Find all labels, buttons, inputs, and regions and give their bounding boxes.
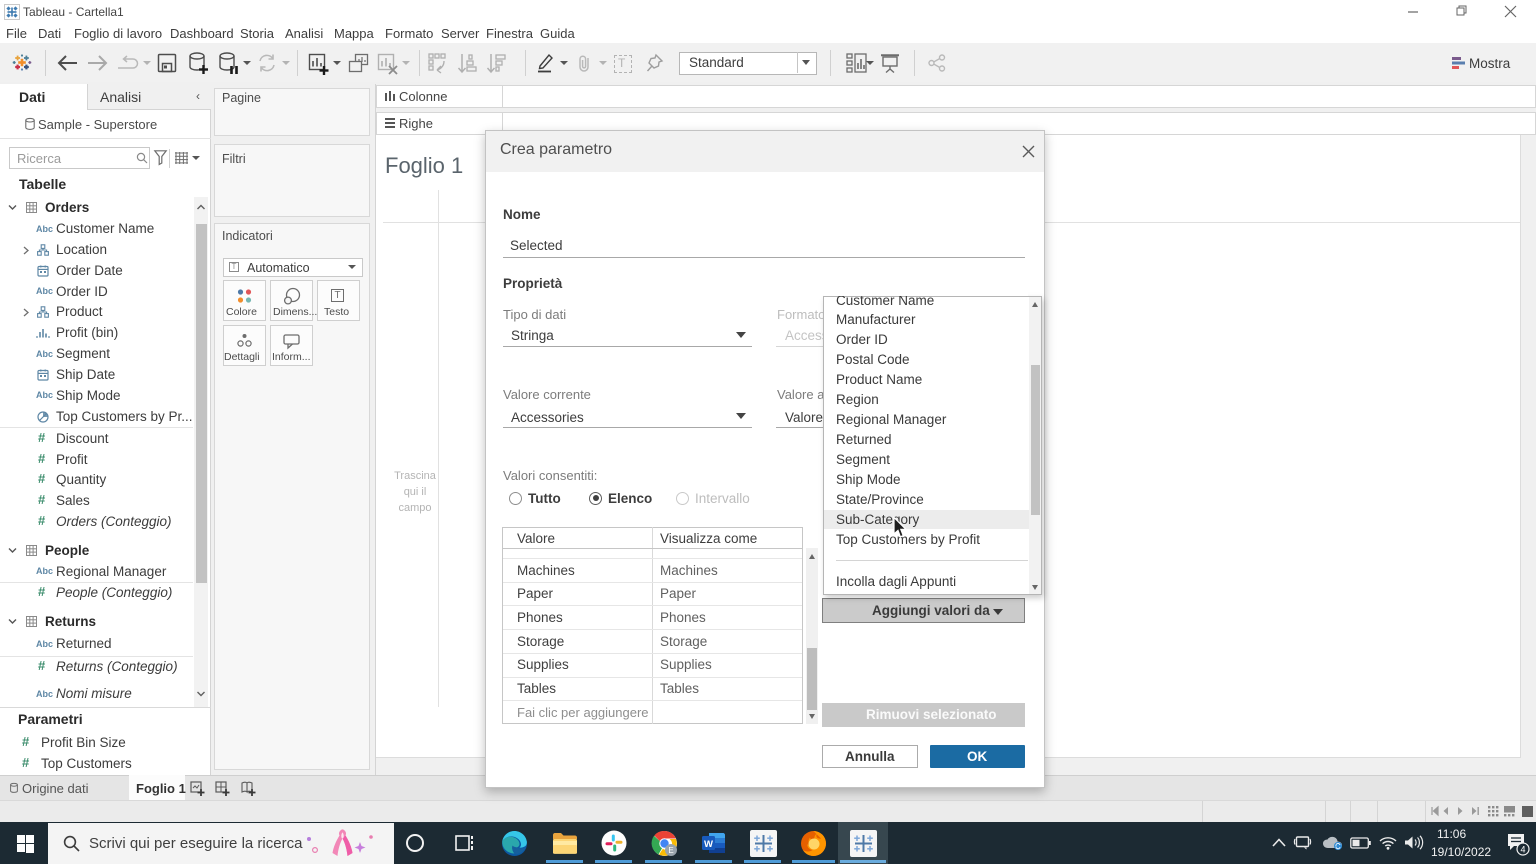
svg-text:E: E	[668, 846, 673, 855]
svg-text:W: W	[704, 839, 713, 850]
svg-text:4: 4	[1520, 844, 1525, 854]
